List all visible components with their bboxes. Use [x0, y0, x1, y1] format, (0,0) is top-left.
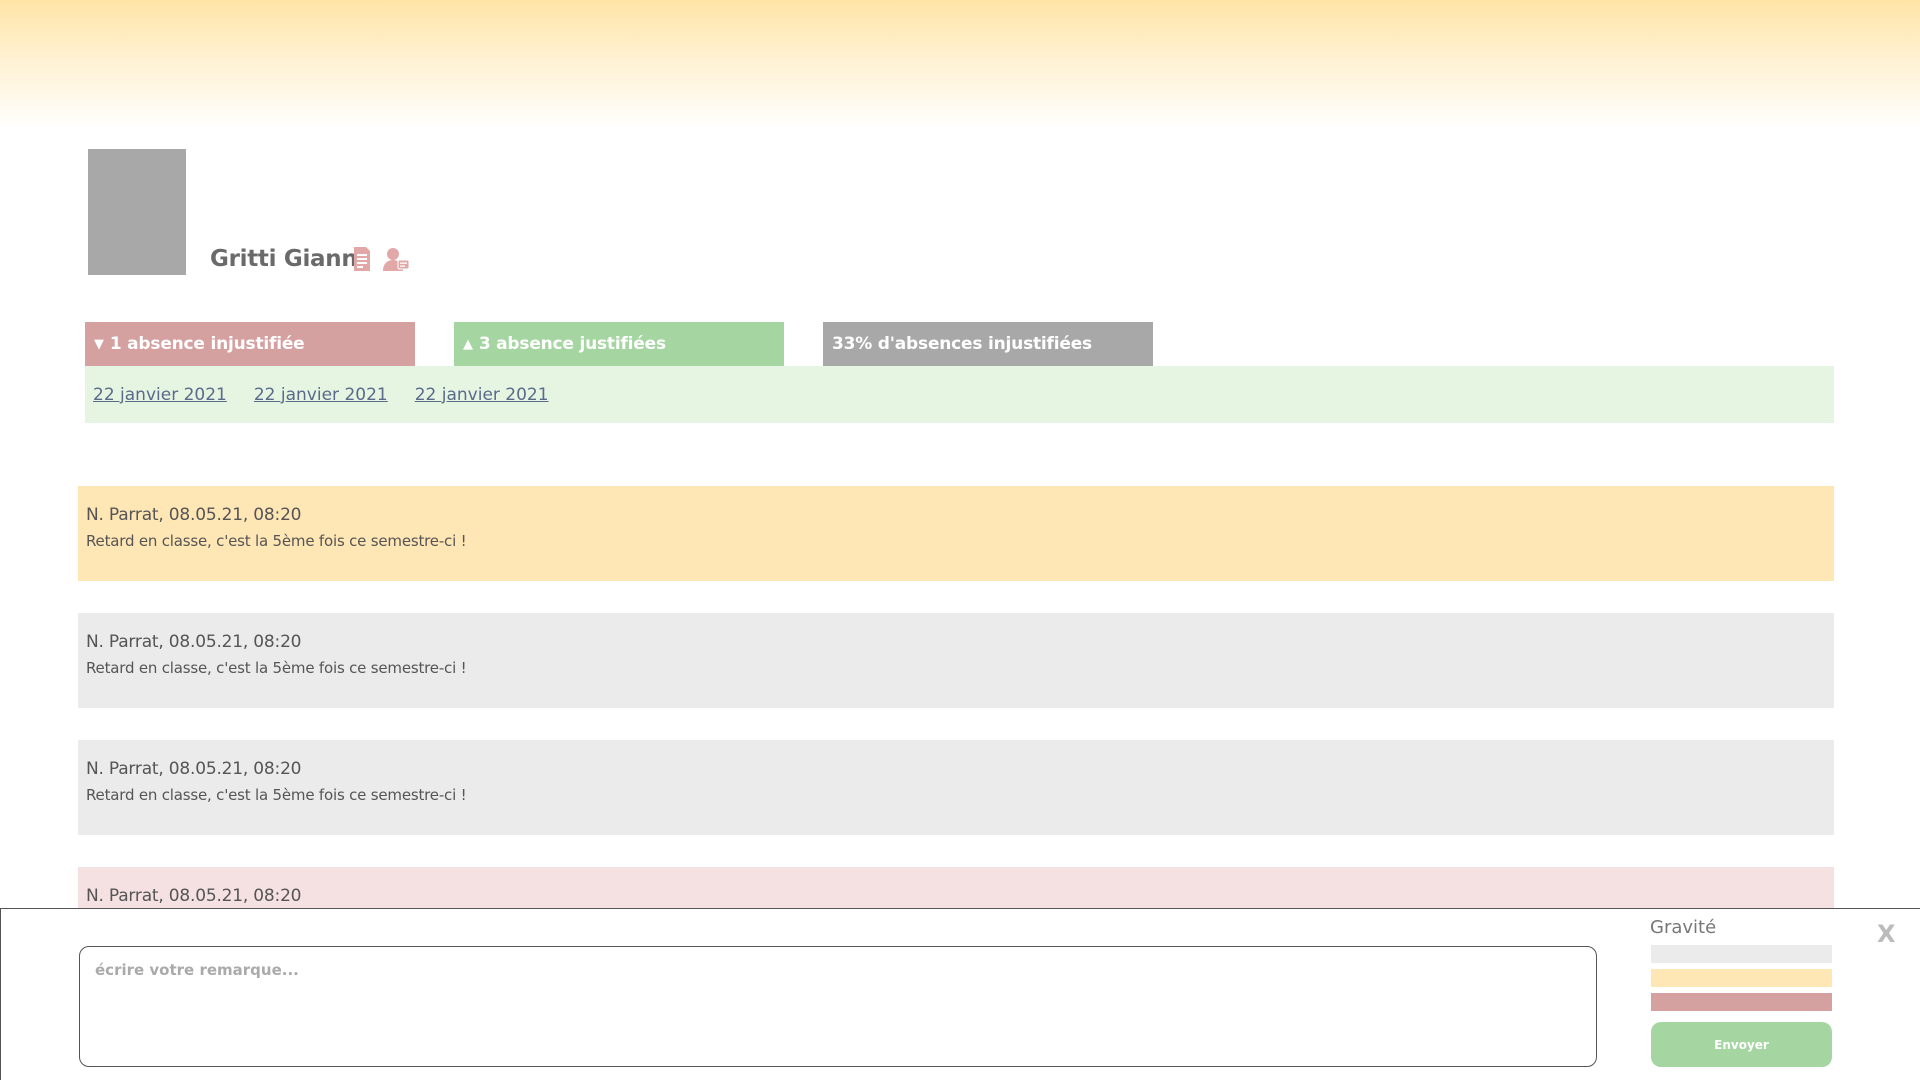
header-gradient [0, 0, 1920, 130]
remark-meta: N. Parrat, 08.05.21, 08:20 [86, 886, 302, 906]
remark-item: N. Parrat, 08.05.21, 08:20 Retard en cla… [78, 486, 1834, 581]
absence-date-link[interactable]: 22 janvier 2021 [415, 385, 549, 405]
justified-absence-dates: 22 janvier 2021 22 janvier 2021 22 janvi… [85, 366, 1834, 423]
justified-absences-label: 3 absence justifiées [478, 334, 666, 354]
remark-meta: N. Parrat, 08.05.21, 08:20 [86, 632, 302, 652]
unjustified-ratio-label: 33% d'absences injustifiées [832, 334, 1092, 354]
student-photo [88, 149, 186, 275]
remark-item: N. Parrat, 08.05.21, 08:20 Retard en cla… [78, 740, 1834, 835]
close-button[interactable]: X [1877, 920, 1896, 948]
tab-justified-absences[interactable]: ▲ 3 absence justifiées [454, 322, 784, 366]
remark-text: Retard en classe, c'est la 5ème fois ce … [86, 532, 467, 550]
absence-date-link[interactable]: 22 janvier 2021 [93, 385, 227, 405]
student-name: Gritti Gianni [210, 246, 366, 272]
severity-title: Gravité [1650, 917, 1717, 938]
severity-option-low[interactable] [1651, 945, 1832, 963]
severity-option-medium[interactable] [1651, 969, 1832, 987]
remark-text: Retard en classe, c'est la 5ème fois ce … [86, 786, 467, 804]
page: Gritti Gianni ▼ 1 absence injustifiée ▲ … [0, 0, 1920, 1080]
student-actions [352, 246, 410, 272]
unjustified-absences-label: 1 absence injustifiée [109, 334, 305, 354]
severity-option-high[interactable] [1651, 993, 1832, 1011]
remark-composer: Gravité X Envoyer [0, 908, 1920, 1080]
send-button[interactable]: Envoyer [1651, 1022, 1832, 1067]
user-message-icon[interactable] [382, 246, 410, 272]
remark-input[interactable] [79, 946, 1597, 1067]
expand-arrow-icon: ▲ [463, 336, 473, 352]
remark-item: N. Parrat, 08.05.21, 08:20 Retard en cla… [78, 613, 1834, 708]
unjustified-ratio-badge: 33% d'absences injustifiées [823, 322, 1153, 366]
remark-text: Retard en classe, c'est la 5ème fois ce … [86, 659, 467, 677]
remark-meta: N. Parrat, 08.05.21, 08:20 [86, 505, 302, 525]
absence-date-link[interactable]: 22 janvier 2021 [254, 385, 388, 405]
tab-unjustified-absences[interactable]: ▼ 1 absence injustifiée [85, 322, 415, 366]
document-icon[interactable] [352, 246, 372, 272]
collapse-arrow-icon: ▼ [94, 336, 104, 352]
remark-meta: N. Parrat, 08.05.21, 08:20 [86, 759, 302, 779]
